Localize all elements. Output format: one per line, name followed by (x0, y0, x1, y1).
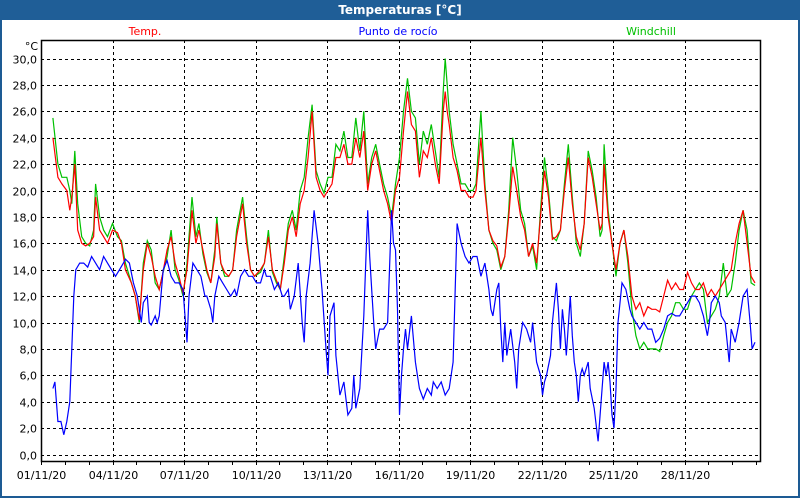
y-tick-label: 16,0 (13, 238, 38, 251)
y-tick-label: 18,0 (13, 212, 38, 225)
temperature-chart: Temp. Punto de rocío Windchill °C 0,0 2,0… (13, 25, 762, 482)
y-tick-label: 28,0 (13, 80, 38, 93)
x-tick-label: 13/11/20 (303, 469, 352, 482)
y-tick-label: 4,0 (20, 397, 38, 410)
y-tick-label: 30,0 (13, 54, 38, 67)
y-tick-label: 6,0 (20, 370, 38, 383)
x-tick-label: 25/11/20 (589, 469, 638, 482)
legend-dew-point: Punto de rocío (358, 25, 437, 38)
y-tick-label: 2,0 (20, 423, 38, 436)
x-tick-label: 01/11/20 (17, 469, 66, 482)
x-tick-label: 07/11/20 (160, 469, 209, 482)
y-tick-label: 8,0 (20, 344, 38, 357)
x-tick-label: 28/11/20 (661, 469, 710, 482)
x-tick-label: 16/11/20 (375, 469, 424, 482)
x-tick-label: 04/11/20 (89, 469, 138, 482)
legend-windchill: Windchill (626, 25, 676, 38)
y-tick-label: 20,0 (13, 186, 38, 199)
y-tick-label: 26,0 (13, 106, 38, 119)
series-line-temp (52, 91, 756, 320)
y-axis-label: °C (25, 40, 39, 53)
y-tick-label: 0,0 (20, 450, 38, 463)
x-tick-label: 19/11/20 (446, 469, 495, 482)
y-tick-label: 10,0 (13, 318, 38, 331)
y-tick-label: 14,0 (13, 265, 38, 278)
series-line-punto-de-roc-o (52, 210, 756, 442)
legend-temp: Temp. (128, 25, 162, 38)
x-tick-label: 10/11/20 (232, 469, 281, 482)
y-tick-label: 24,0 (13, 133, 38, 146)
y-tick-label: 12,0 (13, 291, 38, 304)
y-tick-label: 22,0 (13, 159, 38, 172)
x-tick-label: 22/11/20 (518, 469, 567, 482)
